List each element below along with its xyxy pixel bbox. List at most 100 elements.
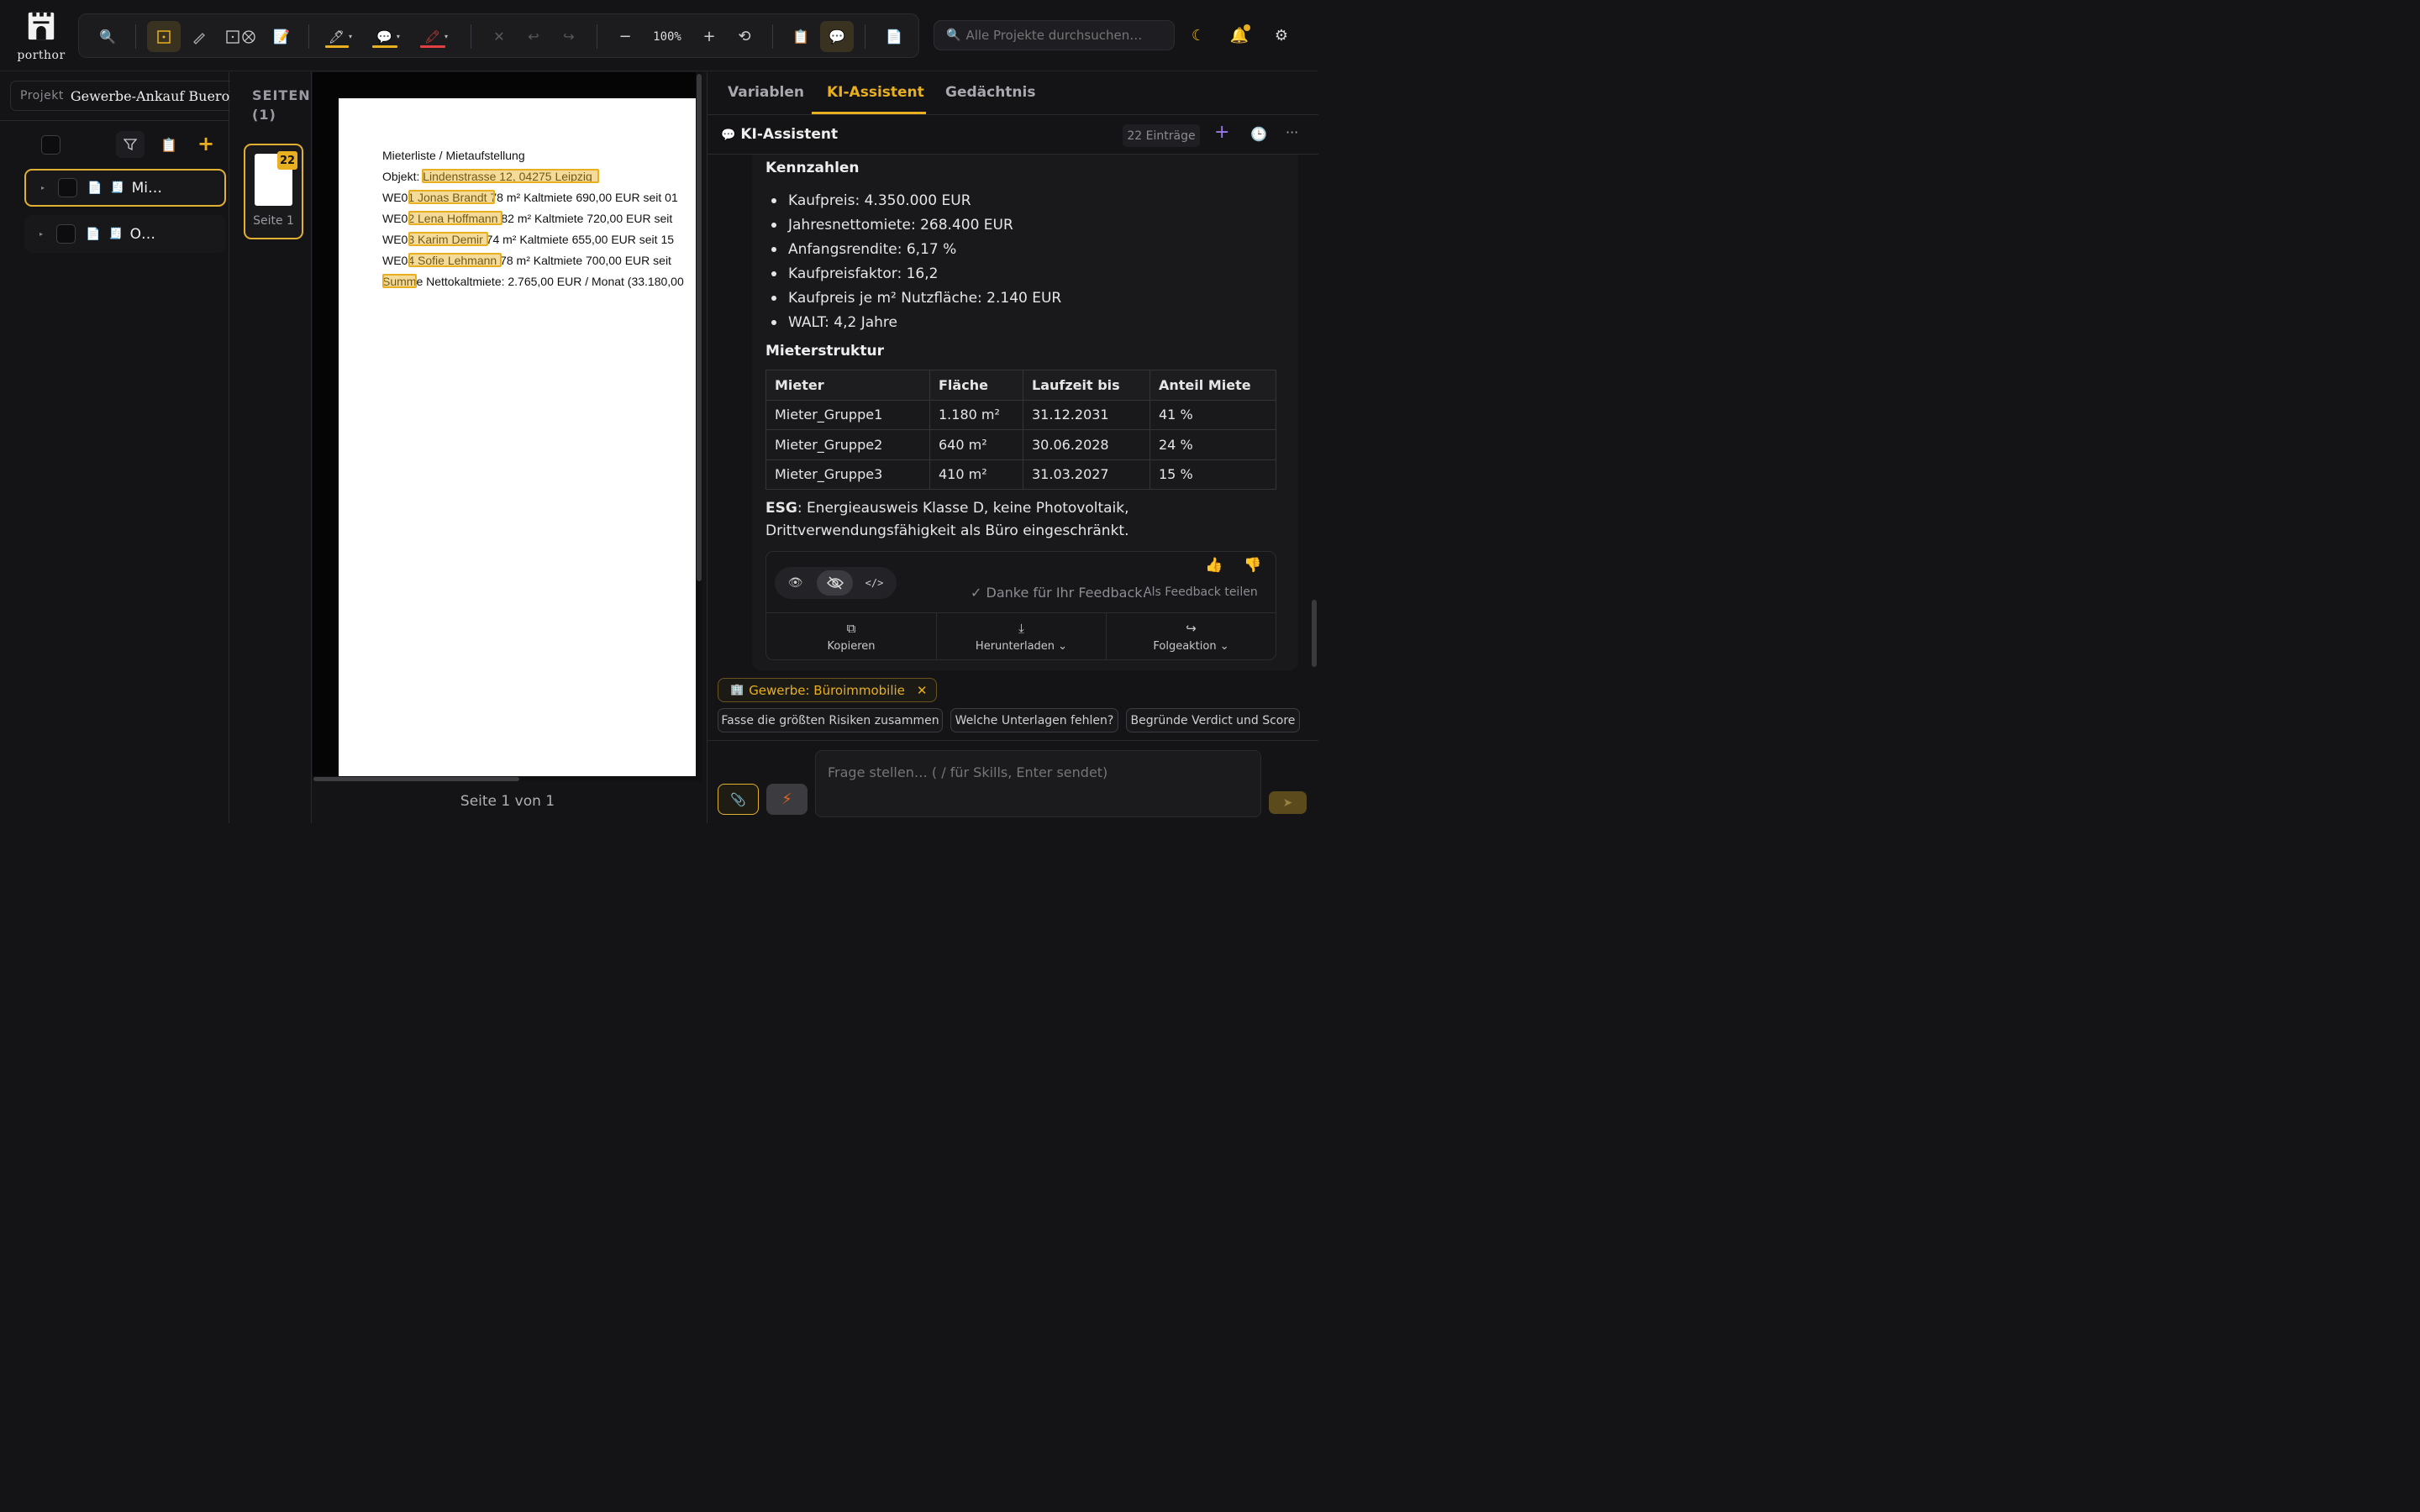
pen-tool-icon[interactable] xyxy=(182,21,216,52)
assistant-title-text: KI-Assistent xyxy=(740,126,839,143)
pages-panel: SEITEN (1) 22 Seite 1 xyxy=(230,72,312,823)
file-item[interactable]: ▸ 📄 🧾 Mi… xyxy=(24,169,226,207)
undo-icon[interactable]: ↩ xyxy=(517,21,550,52)
color-underline-red xyxy=(420,45,445,48)
file-checkbox[interactable] xyxy=(56,224,76,244)
highlighter-blue-tool[interactable]: 🖊 ▾ xyxy=(320,21,360,52)
table-cell: Mieter_Gruppe2 xyxy=(765,429,930,460)
redaction-highlight[interactable] xyxy=(408,253,502,267)
tab-gedaechtnis[interactable]: Gedächtnis xyxy=(945,84,1035,101)
app-name: porthor xyxy=(17,49,66,62)
marker-red-tool[interactable]: 🖍 ▾ xyxy=(416,21,456,52)
chat-scrollbar[interactable] xyxy=(1310,155,1318,672)
comment-tool[interactable]: 💬 ▾ xyxy=(368,21,408,52)
tab-ki-assistent[interactable]: KI-Assistent xyxy=(827,84,924,101)
doc-line: Mieterliste / Mietaufstellung xyxy=(382,149,525,162)
attach-clip-icon[interactable]: 📎 xyxy=(718,784,759,815)
select-all-checkbox[interactable] xyxy=(41,135,60,155)
close-icon[interactable]: ✕ xyxy=(917,683,928,698)
project-panel: Projekt Gewerbe-Ankauf Buerohaus 📋 + ▸ 📄… xyxy=(0,72,237,823)
vertical-scrollbar[interactable] xyxy=(696,72,702,781)
send-icon[interactable]: ➤ xyxy=(1269,791,1307,814)
thumbnail-label: Seite 1 xyxy=(253,214,294,228)
download-button[interactable]: ⤓ Herunterladen ⌄ xyxy=(936,613,1106,660)
scrollbar-thumb[interactable] xyxy=(1312,600,1317,667)
redaction-highlight[interactable] xyxy=(408,232,488,246)
horizontal-scrollbar[interactable] xyxy=(313,776,702,781)
tab-variablen[interactable]: Variablen xyxy=(728,84,804,101)
thumbs-up-icon[interactable]: 👍 xyxy=(1205,557,1223,574)
moon-icon[interactable]: ☾ xyxy=(1186,24,1210,47)
global-search[interactable]: 🔍 xyxy=(934,20,1175,50)
clipboard-icon[interactable]: 📋 xyxy=(784,21,818,52)
history-clock-icon[interactable]: 🕒 xyxy=(1250,126,1267,142)
document-icon: 📄 xyxy=(86,227,101,241)
suggestion-button[interactable]: Begründe Verdict und Score xyxy=(1126,708,1300,732)
suggestion-button[interactable]: Fasse die größten Risiken zusammen xyxy=(718,708,943,732)
table-cell: 31.12.2031 xyxy=(1023,399,1150,430)
document-page[interactable]: Mieterliste / Mietaufstellung Objekt: Li… xyxy=(339,98,697,781)
zoom-out-icon[interactable]: − xyxy=(608,21,642,52)
lightning-icon[interactable]: ⚡ xyxy=(766,784,808,815)
project-selector[interactable]: Projekt Gewerbe-Ankauf Buerohaus xyxy=(10,81,237,111)
eye-off-icon[interactable] xyxy=(817,570,853,596)
chevron-down-icon[interactable]: ▾ xyxy=(397,33,400,40)
copy-button[interactable]: ⧉ Kopieren xyxy=(766,613,936,660)
redaction-highlight[interactable] xyxy=(382,274,417,288)
eye-icon[interactable]: 👁 xyxy=(777,570,813,596)
scrollbar-thumb[interactable] xyxy=(697,74,702,581)
page-icon[interactable]: 📄 xyxy=(877,21,911,52)
divider xyxy=(0,120,229,121)
pdf-icon: 🧾 xyxy=(110,181,124,194)
thumbs-down-icon[interactable]: 👎 xyxy=(1244,557,1261,574)
clipboard-icon[interactable]: 📋 xyxy=(155,131,183,158)
redaction-highlight[interactable] xyxy=(422,169,599,183)
page-thumbnail[interactable]: 22 Seite 1 xyxy=(244,144,303,239)
expand-arrow-icon[interactable]: ▸ xyxy=(39,230,51,238)
list-item: Anfangsrendite: 6,17 % xyxy=(771,237,1061,261)
document-edit-icon[interactable]: 📝 xyxy=(265,21,298,52)
color-underline-yellow xyxy=(325,45,349,48)
filter-icon[interactable] xyxy=(116,131,145,158)
column-header: Laufzeit bis xyxy=(1023,370,1150,401)
scrollbar-thumb[interactable] xyxy=(313,777,519,781)
app-logo[interactable]: porthor xyxy=(15,8,67,64)
delete-icon[interactable]: ✕ xyxy=(482,21,516,52)
list-item: Jahresnettomiete: 268.400 EUR xyxy=(771,213,1061,237)
expand-arrow-icon[interactable]: ▸ xyxy=(41,184,53,192)
tower-logo-icon xyxy=(28,12,55,40)
table-header-row: Mieter Fläche Laufzeit bis Anteil Miete xyxy=(765,370,1276,401)
follow-up-button[interactable]: ↪ Folgeaktion ⌄ xyxy=(1106,613,1276,660)
table-row: Mieter_Gruppe3 410 m² 31.03.2027 15 % xyxy=(765,459,1276,490)
new-chat-plus-icon[interactable]: + xyxy=(1214,122,1229,143)
zoom-in-icon[interactable]: + xyxy=(692,21,726,52)
chat-messages[interactable]: Kennzahlen Kaufpreis: 4.350.000 EUR Jahr… xyxy=(708,155,1309,672)
add-file-icon[interactable]: + xyxy=(197,132,214,155)
select-tool-icon[interactable] xyxy=(147,21,181,52)
viewer-stage[interactable]: Mieterliste / Mietaufstellung Objekt: Li… xyxy=(313,72,702,781)
page-indicator: Seite 1 von 1 xyxy=(460,793,555,810)
chat-panel-icon[interactable]: 💬 xyxy=(820,21,854,52)
context-chip[interactable]: 🏢 Gewerbe: Büroimmobilie ✕ xyxy=(718,678,937,702)
search-tool-icon[interactable]: 🔍 xyxy=(91,21,124,52)
redaction-highlight[interactable] xyxy=(408,211,502,225)
esg-text: : Energieausweis Klasse D, keine Photovo… xyxy=(765,500,1129,539)
gear-icon[interactable]: ⚙ xyxy=(1270,24,1293,47)
reset-rotate-icon[interactable]: ⟲ xyxy=(728,21,761,52)
question-input[interactable] xyxy=(815,750,1261,817)
share-feedback-link[interactable]: Als Feedback teilen xyxy=(1144,585,1258,599)
bell-icon[interactable]: 🔔 xyxy=(1228,24,1251,47)
more-options-icon[interactable]: ··· xyxy=(1286,124,1298,140)
area-redact-tool-icon[interactable] xyxy=(220,21,262,52)
suggestion-button[interactable]: Welche Unterlagen fehlen? xyxy=(950,708,1118,732)
code-icon[interactable]: </> xyxy=(856,570,892,596)
entries-count[interactable]: 22 Einträge xyxy=(1123,124,1200,147)
chevron-down-icon[interactable]: ▾ xyxy=(445,33,448,40)
chevron-down-icon[interactable]: ▾ xyxy=(349,33,352,40)
file-item[interactable]: ▸ 📄 🧾 O… xyxy=(24,215,226,253)
search-input[interactable] xyxy=(965,28,1174,43)
redo-icon[interactable]: ↪ xyxy=(552,21,586,52)
file-checkbox[interactable] xyxy=(58,178,77,197)
copy-icon: ⧉ xyxy=(846,621,856,636)
redaction-highlight[interactable] xyxy=(408,190,495,204)
